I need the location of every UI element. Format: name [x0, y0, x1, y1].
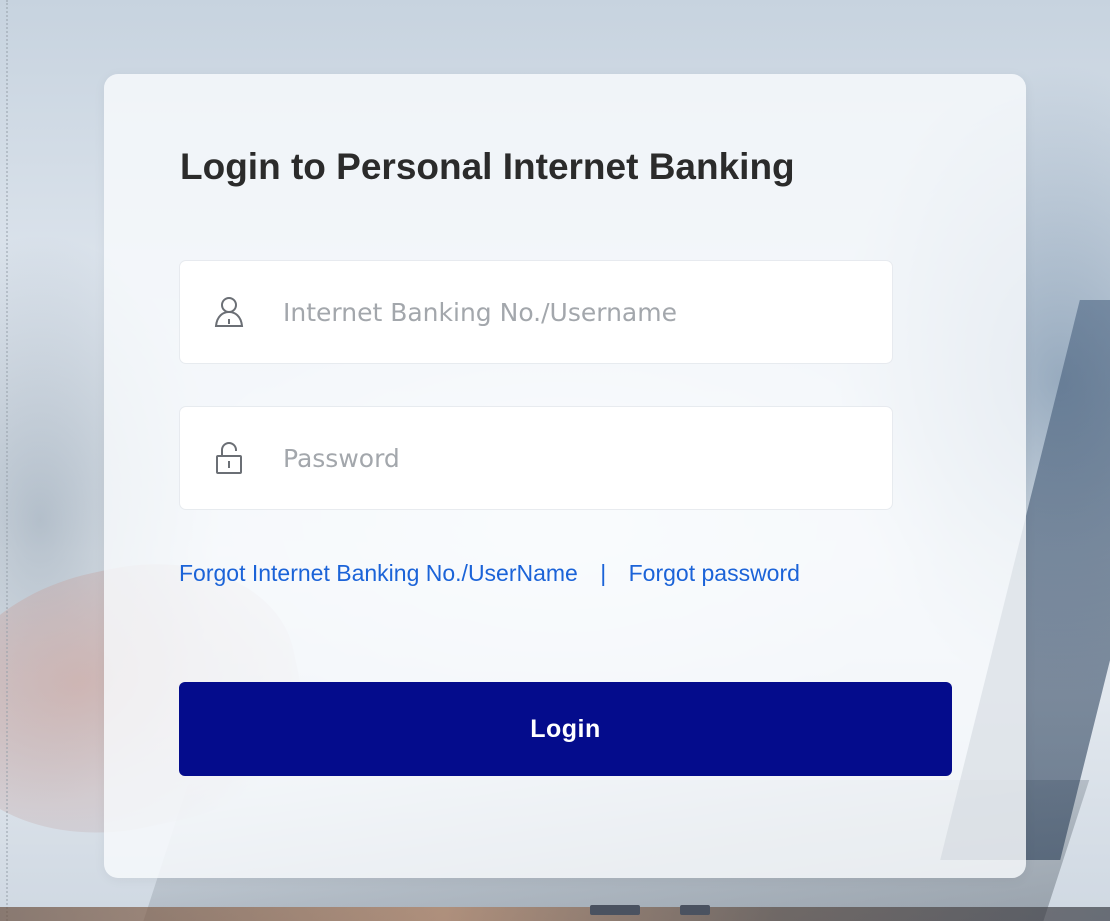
user-icon — [213, 295, 245, 329]
lock-icon — [213, 441, 245, 475]
login-card: Login to Personal Internet Banking Forgo… — [104, 74, 1026, 878]
background-edge — [6, 0, 8, 921]
login-button[interactable]: Login — [179, 682, 952, 776]
forgot-links: Forgot Internet Banking No./UserName | F… — [179, 560, 800, 587]
password-field[interactable] — [180, 407, 892, 509]
background-laptop-port — [680, 905, 710, 915]
forgot-username-link[interactable]: Forgot Internet Banking No./UserName — [179, 560, 578, 586]
background-laptop-port — [590, 905, 640, 915]
page-title: Login to Personal Internet Banking — [180, 146, 795, 187]
username-field[interactable] — [180, 261, 892, 363]
forgot-password-link[interactable]: Forgot password — [629, 560, 800, 586]
username-input[interactable] — [283, 297, 843, 327]
link-separator: | — [600, 560, 607, 586]
background-desk-edge — [0, 907, 1110, 921]
password-input[interactable] — [283, 443, 843, 473]
